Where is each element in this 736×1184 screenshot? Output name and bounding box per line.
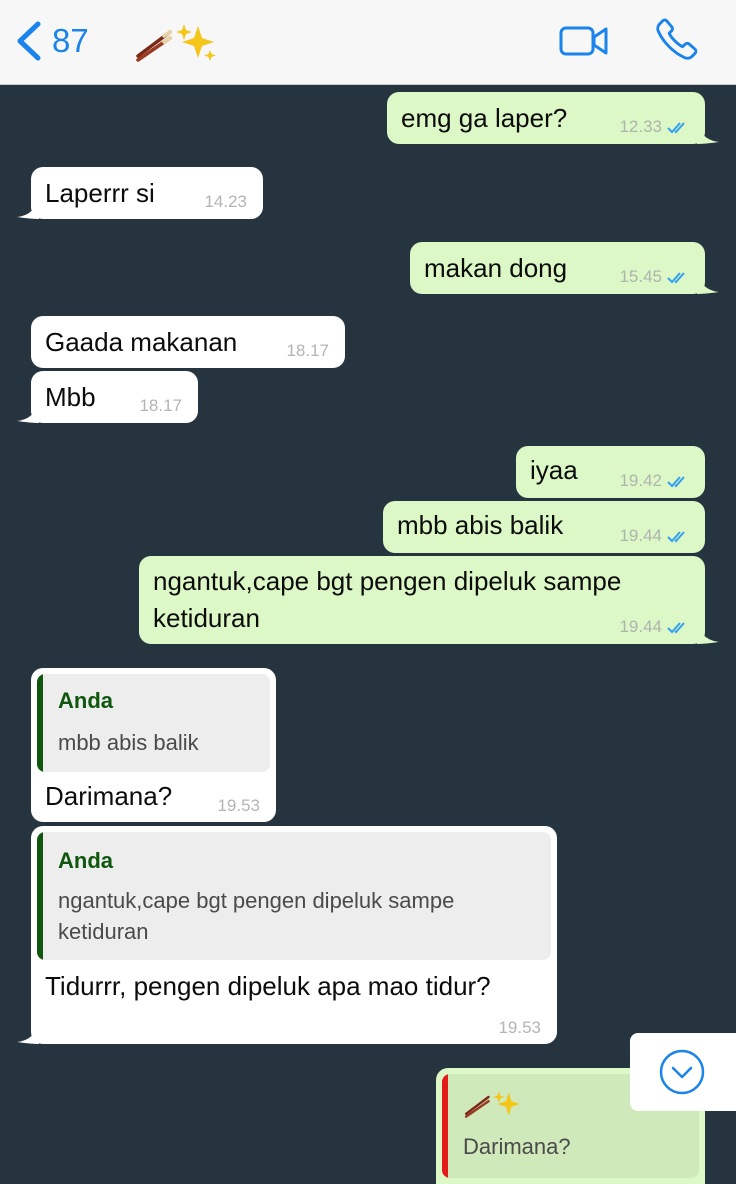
- bubble-tail: [17, 401, 39, 423]
- quote-text-line: ngantuk,cape bgt pengen dipeluk sampe: [58, 888, 455, 913]
- message-timestamp: 12.33: [619, 117, 662, 136]
- message-timestamp: 18.17: [139, 396, 182, 415]
- bubble-tail: [17, 1022, 39, 1044]
- quote-author: [463, 1090, 523, 1124]
- message-text: iyaa: [530, 455, 578, 485]
- message-text: Mbb: [45, 382, 96, 412]
- message-timestamp: 19.42: [619, 471, 662, 490]
- quoted-message[interactable]: Anda mbb abis balik: [37, 674, 270, 772]
- message-timestamp: 19.53: [498, 1018, 541, 1037]
- chevron-left-icon: [17, 21, 41, 61]
- bubble-tail: [17, 197, 39, 219]
- outgoing-message[interactable]: ngantuk,cape bgt pengen dipeluk sampe ke…: [139, 556, 719, 644]
- message-timestamp: 19.44: [619, 526, 662, 545]
- voice-call-button[interactable]: [654, 16, 700, 67]
- chopsticks-icon: [464, 1095, 490, 1118]
- back-button[interactable]: 87: [14, 20, 89, 62]
- read-receipt-icon: [667, 121, 685, 133]
- read-receipt-icon: [667, 271, 685, 283]
- message-time: 19.42: [619, 471, 689, 491]
- bubble-tail: [697, 622, 719, 644]
- message-text: Laperrr si: [45, 178, 155, 208]
- outgoing-message[interactable]: makan dong 15.45: [410, 242, 719, 294]
- message-text: makan dong: [424, 253, 568, 283]
- message-time: 19.44: [619, 526, 689, 546]
- quote-bar: [37, 674, 43, 772]
- quote-bar: [442, 1074, 448, 1178]
- incoming-message[interactable]: Mbb 18.17: [17, 371, 198, 423]
- outgoing-message[interactable]: mbb abis balik 19.44: [383, 501, 705, 553]
- message-time: 19.44: [619, 617, 689, 637]
- chevron-down-circle-icon: [659, 1049, 705, 1095]
- message-timestamp: 19.53: [217, 796, 260, 815]
- message-text-line: ketiduran: [153, 603, 260, 633]
- outgoing-message[interactable]: iyaa 19.42: [516, 446, 705, 498]
- message-text: mbb abis balik: [397, 510, 564, 540]
- quote-text-line: ketiduran: [58, 919, 149, 944]
- chopsticks-icon: [136, 30, 172, 62]
- message-timestamp: 15.45: [619, 267, 662, 286]
- sparkles-icon: [176, 24, 216, 61]
- outgoing-message[interactable]: emg ga laper? 12.33: [387, 92, 719, 144]
- quote-author: Anda: [58, 848, 113, 873]
- message-time: 15.45: [619, 267, 689, 287]
- read-receipt-icon: [667, 530, 685, 542]
- quoted-message[interactable]: Anda ngantuk,cape bgt pengen dipeluk sam…: [37, 832, 551, 960]
- message-time: 12.33: [619, 117, 689, 137]
- message-text: Darimana?: [45, 781, 173, 811]
- incoming-reply-message[interactable]: Anda mbb abis balik Darimana? 19.53: [31, 668, 276, 822]
- video-call-button[interactable]: [558, 24, 610, 63]
- message-text-line: ngantuk,cape bgt pengen dipeluk sampe: [153, 566, 622, 596]
- bubble-tail: [697, 272, 719, 294]
- message-timestamp: 18.17: [286, 341, 329, 360]
- contact-title[interactable]: [134, 22, 218, 62]
- message-text: Gaada makanan: [45, 327, 238, 357]
- bubble-tail: [697, 122, 719, 144]
- phone-icon: [656, 18, 698, 60]
- message-text: Tidurrr, pengen dipeluk apa mao tidur?: [45, 971, 491, 1001]
- incoming-message[interactable]: Laperrr si 14.23: [17, 167, 263, 219]
- scroll-to-bottom-button[interactable]: [630, 1033, 736, 1111]
- message-timestamp: 14.23: [204, 192, 247, 211]
- message-text: emg ga laper?: [401, 103, 568, 133]
- incoming-message[interactable]: Gaada makanan 18.17: [31, 316, 345, 368]
- quote-text: Darimana?: [463, 1134, 571, 1159]
- incoming-reply-message[interactable]: Anda ngantuk,cape bgt pengen dipeluk sam…: [17, 826, 557, 1044]
- chat-header: 87: [0, 0, 736, 85]
- message-timestamp: 19.44: [619, 617, 662, 636]
- unread-count: 87: [52, 22, 89, 59]
- quote-bar: [37, 832, 43, 960]
- read-receipt-icon: [667, 621, 685, 633]
- sparkles-icon: [493, 1091, 520, 1116]
- video-camera-icon: [559, 26, 608, 56]
- quote-author: Anda: [58, 688, 113, 713]
- read-receipt-icon: [667, 475, 685, 487]
- quote-text: mbb abis balik: [58, 730, 199, 755]
